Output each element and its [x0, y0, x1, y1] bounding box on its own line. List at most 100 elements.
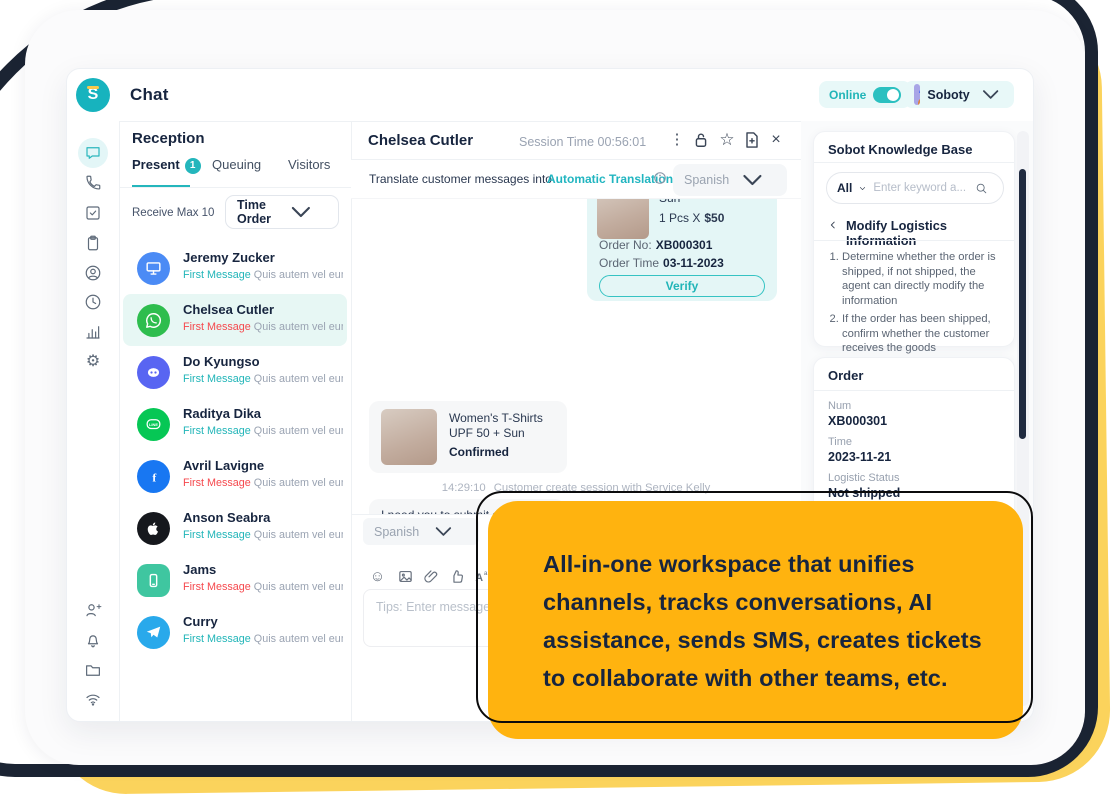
chat-nav-icon[interactable] — [84, 144, 102, 162]
tasks-nav-icon[interactable] — [84, 204, 102, 222]
contact-row[interactable]: Do Kyungso First Message Quis autem vel … — [123, 346, 347, 398]
chevron-down-icon — [275, 196, 327, 228]
avatar — [914, 84, 920, 105]
online-toggle[interactable] — [873, 87, 901, 103]
contact-row[interactable]: Jams First Message Quis autem vel eum iu… — [123, 554, 347, 606]
settings-nav-icon[interactable]: ⚙ — [84, 353, 102, 371]
order-card-bubble: Sun 1 Pcs X$50 Order No:XB000301 Order T… — [587, 199, 777, 301]
kb-steps-list: Determine whether the order is shipped, … — [830, 250, 1006, 360]
svg-text:f: f — [152, 470, 157, 484]
close-icon[interactable]: × — [766, 130, 786, 150]
webchat-channel-icon — [137, 252, 170, 285]
online-status-pill: Online — [819, 81, 911, 108]
kb-search-box[interactable]: All — [826, 172, 1004, 204]
receive-max-label: Receive Max 10 — [132, 207, 214, 219]
history-nav-icon[interactable] — [84, 293, 102, 311]
scrollbar-thumb[interactable] — [1019, 169, 1026, 439]
message-list[interactable]: Sun 1 Pcs X$50 Order No:XB000301 Order T… — [351, 199, 801, 514]
image-attach-icon[interactable] — [397, 568, 414, 585]
contact-row[interactable]: LINE Raditya Dika First Message Quis aut… — [123, 398, 347, 450]
product-status: Confirmed — [449, 445, 509, 459]
contact-row[interactable]: Anson Seabra First Message Quis autem ve… — [123, 502, 347, 554]
user-menu[interactable]: Soboty — [904, 81, 1014, 108]
first-message-tag: First Message — [183, 321, 251, 333]
product-name: Sun — [659, 199, 680, 205]
chevron-down-icon — [729, 164, 776, 196]
translate-bar: Translate customer messages into Automat… — [351, 160, 801, 199]
reception-title: Reception — [132, 130, 205, 147]
first-message-tag: First Message — [183, 269, 251, 281]
callout-box: All-in-one workspace that unifies channe… — [488, 501, 1023, 739]
telegram-channel-icon — [137, 616, 170, 649]
svg-text:LINE: LINE — [149, 422, 158, 427]
star-favorite-icon[interactable]: ☆ — [717, 130, 737, 150]
logistic-status-value: Not shipped — [828, 486, 900, 500]
facebook-channel-icon: f — [137, 460, 170, 493]
translate-label: Translate customer messages into — [369, 172, 552, 186]
kb-step: If the order has been shipped, confirm w… — [842, 312, 1006, 356]
order-title: Order — [828, 368, 863, 383]
discord-channel-icon — [137, 356, 170, 389]
whatsapp-channel-icon — [137, 304, 170, 337]
chevron-down-icon — [977, 81, 1004, 108]
kb-search-input[interactable] — [873, 182, 969, 194]
ticket-nav-icon[interactable] — [84, 234, 102, 252]
agent-nav-icon[interactable] — [84, 264, 102, 282]
order-num-value: XB000301 — [828, 414, 887, 428]
session-time: Session Time 00:56:01 — [519, 135, 646, 149]
first-message-tag: First Message — [183, 529, 251, 541]
add-agent-icon[interactable] — [84, 601, 102, 619]
kb-article-title[interactable]: Modify Logistics Information — [846, 218, 1014, 248]
tab-visitors[interactable]: Visitors — [288, 157, 330, 172]
product-title: Women's T-Shirts UPF 50 + Sun — [449, 411, 559, 441]
order-time-label: Time — [828, 436, 852, 448]
wifi-icon[interactable] — [84, 690, 102, 708]
product-price: $50 — [704, 211, 724, 225]
translate-language-select[interactable]: Spanish — [673, 164, 787, 196]
info-icon[interactable] — [653, 171, 667, 185]
mobile-app-channel-icon — [137, 564, 170, 597]
verify-button[interactable]: Verify — [599, 275, 765, 297]
back-chevron-icon[interactable] — [828, 220, 838, 230]
system-message: 14:29:10Customer create session with Ser… — [351, 482, 801, 494]
first-message-tag: First Message — [183, 477, 251, 489]
notifications-bell-icon[interactable] — [84, 631, 102, 649]
folder-icon[interactable] — [84, 661, 102, 679]
line-channel-icon: LINE — [137, 408, 170, 441]
contact-row[interactable]: Curry First Message Quis autem vel eum i… — [123, 606, 347, 658]
emoji-icon[interactable]: ☺ — [369, 568, 386, 585]
first-message-tag: First Message — [183, 633, 251, 645]
logistic-status-label: Logistic Status — [828, 472, 900, 484]
present-count-badge: 1 — [185, 158, 201, 174]
reply-language-select[interactable]: Spanish — [363, 518, 479, 545]
first-message-tag: First Message — [183, 581, 251, 593]
analytics-nav-icon[interactable] — [84, 323, 102, 341]
order-num-label: Num — [828, 400, 851, 412]
order-number: XB000301 — [656, 238, 713, 252]
more-options-icon[interactable]: ⋮ — [667, 130, 687, 150]
time-order-select[interactable]: Time Order — [225, 195, 339, 229]
first-message-tag: First Message — [183, 373, 251, 385]
kb-filter[interactable]: All — [837, 181, 852, 195]
online-label: Online — [829, 88, 866, 102]
paperclip-icon[interactable] — [423, 568, 440, 585]
phone-nav-icon[interactable] — [84, 174, 102, 192]
product-image — [597, 199, 649, 239]
tab-queuing[interactable]: Queuing — [212, 157, 261, 172]
knowledge-base-card: Sobot Knowledge Base All Modify Logistic… — [813, 131, 1015, 347]
logo-letter: S — [88, 86, 99, 104]
order-time-value: 2023-11-21 — [828, 450, 891, 464]
lock-session-icon[interactable] — [691, 130, 711, 150]
contact-row[interactable]: Jeremy Zucker First Message Quis autem v… — [123, 242, 347, 294]
thumbs-up-icon[interactable] — [449, 568, 466, 585]
search-icon[interactable] — [975, 182, 988, 195]
create-ticket-icon[interactable] — [742, 130, 762, 150]
contact-row[interactable]: f Avril Lavigne First Message Quis autem… — [123, 450, 347, 502]
contact-row-selected[interactable]: Chelsea Cutler First Message Quis autem … — [123, 294, 347, 346]
sobot-logo[interactable]: S — [76, 78, 110, 112]
kb-step: Determine whether the order is shipped, … — [842, 250, 1006, 308]
page: S Chat Online Soboty ⚙ Reception Present — [0, 0, 1120, 800]
tab-present[interactable]: Present1 — [132, 157, 201, 174]
chat-contact-name: Chelsea Cutler — [368, 132, 473, 149]
product-qty: 1 Pcs X — [659, 211, 700, 225]
